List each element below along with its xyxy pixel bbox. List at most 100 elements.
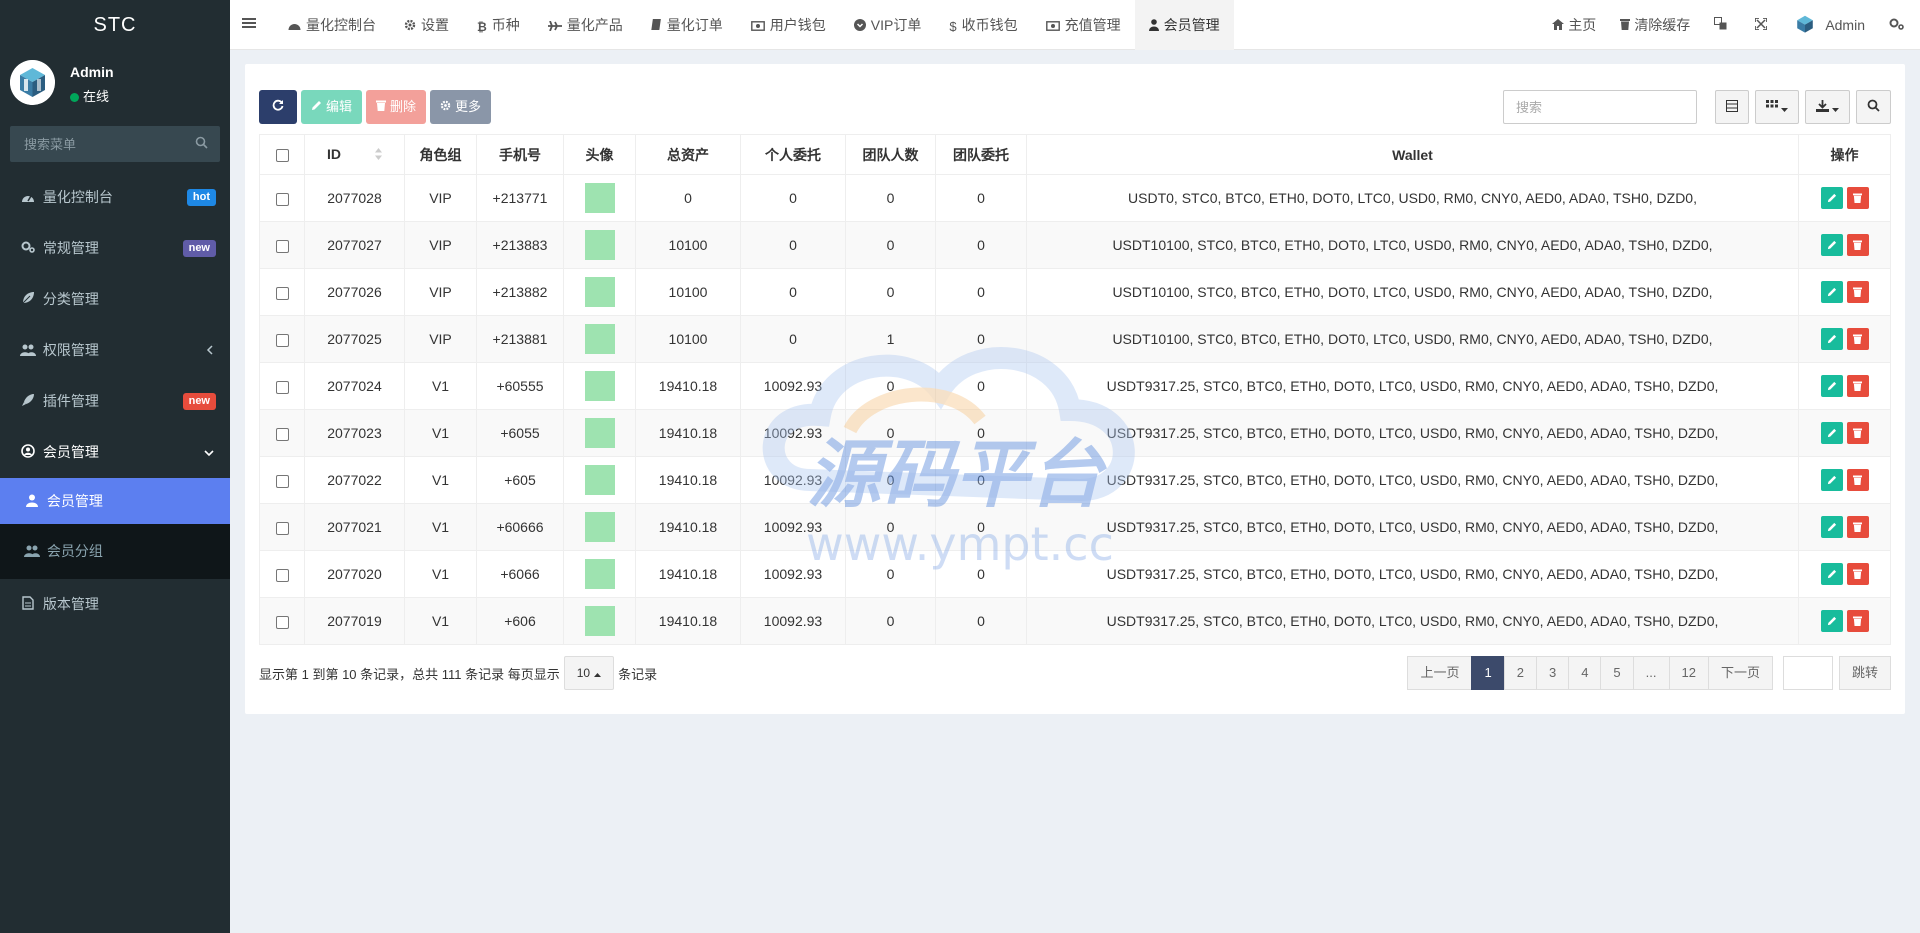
tab-wallets[interactable]: 用户钱包 [737, 0, 840, 50]
row-delete-button[interactable] [1846, 563, 1869, 585]
sidebar-item-general[interactable]: 常规管理 new [0, 223, 230, 274]
prev-page-button[interactable]: 上一页 [1407, 656, 1473, 690]
row-edit-button[interactable] [1820, 328, 1843, 350]
row-checkbox[interactable] [275, 333, 289, 347]
table-row[interactable]: 2077019 V1 +606 19410.18 10092.93 0 0 USDT9317.… [259, 597, 1891, 645]
row-edit-button[interactable] [1820, 469, 1843, 491]
row-checkbox[interactable] [275, 615, 289, 629]
menu-toggle-icon[interactable] [242, 16, 256, 33]
row-edit-button[interactable] [1820, 422, 1843, 444]
table-row[interactable]: 2077025 VIP +213881 10100 0 1 0 USDT10100, STC0… [259, 315, 1891, 363]
sidebar-subitem-member-group[interactable]: 会员分组 [0, 524, 230, 579]
page-size-select[interactable]: 10 [563, 656, 615, 690]
page-button[interactable]: 3 [1535, 656, 1570, 690]
sidebar-item-category[interactable]: 分类管理 [0, 274, 230, 325]
row-checkbox[interactable] [275, 474, 289, 488]
row-edit-button[interactable] [1820, 187, 1843, 209]
tab-receive-wallet[interactable]: $ 收币钱包 [935, 0, 1031, 50]
avatar[interactable] [584, 371, 615, 401]
sidebar-item-dashboard[interactable]: 量化控制台 hot [0, 172, 230, 223]
page-button[interactable]: 2 [1503, 656, 1537, 690]
tab-settings[interactable]: 设置 [390, 0, 463, 50]
avatar[interactable] [584, 465, 615, 495]
row-delete-button[interactable] [1846, 375, 1869, 397]
tab-coins[interactable]: ₿ 币种 [463, 0, 534, 50]
table-row[interactable]: 2077021 V1 +60666 19410.18 10092.93 0 0 USDT931… [259, 503, 1891, 551]
sidebar-item-version[interactable]: 版本管理 [0, 579, 230, 630]
avatar[interactable] [584, 559, 615, 589]
row-delete-button[interactable] [1846, 234, 1869, 256]
avatar[interactable] [584, 324, 615, 354]
table-row[interactable]: 2077022 V1 +605 19410.18 10092.93 0 0 USDT9317.… [259, 456, 1891, 504]
more-button[interactable]: 更多 [430, 90, 492, 124]
sidebar-item-plugin[interactable]: 插件管理 new [0, 376, 230, 427]
sidebar-item-members[interactable]: 会员管理 [0, 427, 230, 478]
jump-button[interactable]: 跳转 [1838, 656, 1891, 690]
row-checkbox[interactable] [275, 239, 289, 253]
page-button[interactable]: 1 [1471, 656, 1505, 690]
tab-vip-orders[interactable]: VIP订单 [840, 0, 936, 50]
tab-orders[interactable]: 量化订单 [637, 0, 737, 50]
table-row[interactable]: 2077027 VIP +213883 10100 0 0 0 USDT10100, STC0… [259, 221, 1891, 269]
avatar[interactable] [584, 183, 615, 213]
row-checkbox[interactable] [275, 286, 289, 300]
row-delete-button[interactable] [1846, 469, 1869, 491]
table-row[interactable]: 2077028 VIP +213771 0 0 0 0 USDT0, STC0, BTC0, … [259, 174, 1891, 222]
row-checkbox[interactable] [275, 380, 289, 394]
tab-dashboard[interactable]: 量化控制台 [274, 0, 390, 50]
page-button[interactable]: 4 [1568, 656, 1602, 690]
page-button[interactable]: 12 [1668, 656, 1709, 690]
refresh-button[interactable] [259, 90, 297, 124]
translate-button[interactable] [1702, 17, 1743, 33]
table-search-input[interactable] [1503, 90, 1697, 124]
row-checkbox[interactable] [275, 521, 289, 535]
row-delete-button[interactable] [1846, 281, 1869, 303]
table-row[interactable]: 2077024 V1 +60555 19410.18 10092.93 0 0 USDT931… [259, 362, 1891, 410]
column-header-id[interactable]: ID [304, 134, 405, 175]
export-button[interactable] [1805, 90, 1850, 124]
sidebar-search-input[interactable] [10, 126, 220, 162]
row-delete-button[interactable] [1846, 422, 1869, 444]
row-delete-button[interactable] [1846, 187, 1869, 209]
next-page-button[interactable]: 下一页 [1707, 656, 1773, 690]
row-checkbox[interactable] [275, 427, 289, 441]
brand-logo[interactable]: STC [0, 0, 230, 50]
columns-button[interactable] [1755, 90, 1799, 124]
table-row[interactable]: 2077020 V1 +6066 19410.18 10092.93 0 0 USDT9317… [259, 550, 1891, 598]
row-edit-button[interactable] [1820, 563, 1843, 585]
row-checkbox[interactable] [275, 192, 289, 206]
row-delete-button[interactable] [1846, 516, 1869, 538]
delete-button[interactable]: 删除 [366, 90, 427, 124]
row-edit-button[interactable] [1820, 516, 1843, 538]
row-edit-button[interactable] [1820, 610, 1843, 632]
row-edit-button[interactable] [1820, 375, 1843, 397]
row-edit-button[interactable] [1820, 281, 1843, 303]
select-all-checkbox[interactable] [275, 149, 289, 163]
search-icon[interactable] [195, 136, 208, 152]
tab-products[interactable]: 量化产品 [534, 0, 637, 50]
avatar[interactable] [584, 418, 615, 448]
user-menu[interactable]: Admin [1783, 14, 1877, 37]
home-link[interactable]: 主页 [1540, 15, 1608, 35]
jump-page-input[interactable] [1782, 656, 1833, 690]
fullscreen-button[interactable] [1743, 17, 1783, 33]
avatar[interactable] [584, 230, 615, 260]
row-edit-button[interactable] [1820, 234, 1843, 256]
toggle-view-button[interactable] [1715, 90, 1749, 124]
row-delete-button[interactable] [1846, 328, 1869, 350]
avatar[interactable] [584, 277, 615, 307]
edit-button[interactable]: 编辑 [301, 90, 363, 124]
tab-members[interactable]: 会员管理 [1134, 0, 1234, 50]
table-row[interactable]: 2077026 VIP +213882 10100 0 0 0 USDT10100, STC0… [259, 268, 1891, 316]
clear-cache-button[interactable]: 清除缓存 [1608, 15, 1702, 35]
row-checkbox[interactable] [275, 568, 289, 582]
sidebar-subitem-member-manage[interactable]: 会员管理 [0, 478, 230, 524]
page-button[interactable]: 5 [1600, 656, 1634, 690]
table-row[interactable]: 2077023 V1 +6055 19410.18 10092.93 0 0 USDT9317… [259, 409, 1891, 457]
search-button[interactable] [1856, 90, 1891, 124]
settings-button[interactable] [1877, 17, 1920, 34]
row-delete-button[interactable] [1846, 610, 1869, 632]
tab-recharge[interactable]: 充值管理 [1032, 0, 1135, 50]
sidebar-item-permission[interactable]: 权限管理 [0, 325, 230, 376]
avatar[interactable] [584, 512, 615, 542]
